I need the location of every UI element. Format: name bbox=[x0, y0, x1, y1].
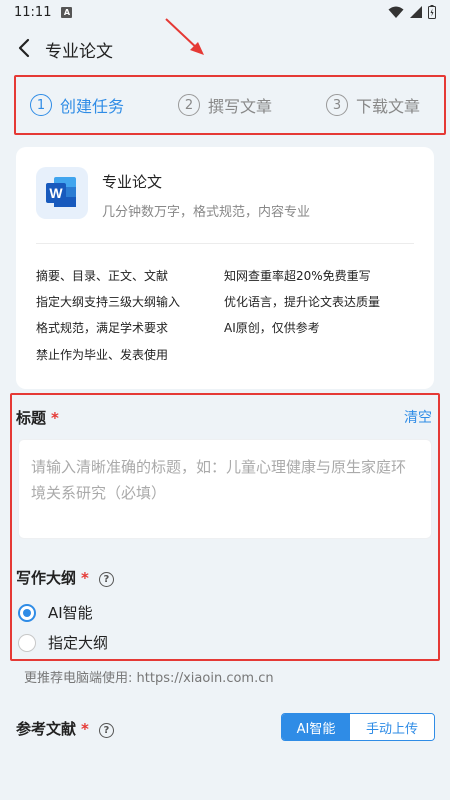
battery-icon bbox=[428, 5, 436, 19]
page-title: 专业论文 bbox=[45, 42, 113, 62]
notification-icon: A bbox=[61, 6, 73, 18]
required-mark: * bbox=[81, 569, 89, 587]
required-mark: * bbox=[51, 409, 59, 427]
status-time: 11:11 bbox=[14, 4, 52, 20]
feature-item: 知网查重率超20%免费重写 bbox=[224, 269, 371, 283]
wifi-icon bbox=[388, 6, 404, 18]
card-title: 专业论文 bbox=[102, 173, 163, 191]
help-icon[interactable]: ? bbox=[98, 572, 114, 587]
paper-info-card: W 专业论文 几分钟数万字，格式规范，内容专业 摘要、目录、正文、文献 知网查重… bbox=[16, 147, 434, 389]
radio-unselected-icon[interactable] bbox=[18, 633, 36, 652]
card-subtitle: 几分钟数万字，格式规范，内容专业 bbox=[102, 205, 311, 220]
references-upload-button[interactable]: 手动上传 bbox=[350, 714, 434, 740]
status-bar: 11:11 A bbox=[0, 0, 450, 24]
step-number: 3 bbox=[326, 94, 348, 116]
app-header: 专业论文 bbox=[0, 28, 450, 68]
feature-item: 指定大纲支持三级大纲输入 bbox=[36, 295, 181, 309]
references-segmented-control: AI智能 手动上传 bbox=[281, 713, 435, 741]
radio-label: AI智能 bbox=[48, 604, 93, 622]
step-download-article[interactable]: 3 下载文章 bbox=[326, 93, 420, 117]
step-label: 创建任务 bbox=[60, 97, 125, 116]
step-number: 1 bbox=[30, 94, 52, 116]
desktop-hint: 更推荐电脑端使用: https://xiaoin.com.cn bbox=[24, 671, 274, 686]
signal-icon bbox=[410, 6, 422, 18]
radio-label: 指定大纲 bbox=[48, 634, 109, 652]
feature-item: 摘要、目录、正文、文献 bbox=[36, 269, 169, 283]
help-icon[interactable]: ? bbox=[98, 723, 114, 738]
divider bbox=[36, 243, 414, 244]
outline-label: 写作大纲 *? bbox=[16, 567, 114, 588]
step-number: 2 bbox=[178, 94, 200, 116]
back-arrow-icon[interactable] bbox=[14, 36, 36, 60]
step-label: 下载文章 bbox=[356, 97, 421, 116]
feature-item: AI原创，仅供参考 bbox=[224, 321, 320, 335]
references-label-text: 参考文献 bbox=[16, 720, 77, 738]
step-label: 撰写文章 bbox=[208, 97, 273, 116]
outline-label-text: 写作大纲 bbox=[16, 569, 77, 587]
step-write-article[interactable]: 2 撰写文章 bbox=[178, 93, 272, 117]
title-label-text: 标题 bbox=[16, 409, 47, 427]
steps-indicator: 1 创建任务 2 撰写文章 3 下载文章 bbox=[14, 75, 446, 135]
step-create-task[interactable]: 1 创建任务 bbox=[30, 93, 124, 117]
word-document-icon: W bbox=[36, 167, 88, 219]
feature-item: 禁止作为毕业、发表使用 bbox=[36, 348, 169, 362]
references-label: 参考文献 *? bbox=[16, 718, 114, 739]
radio-selected-icon[interactable] bbox=[18, 603, 36, 622]
required-mark: * bbox=[81, 720, 89, 738]
feature-item: 优化语言，提升论文表达质量 bbox=[224, 295, 381, 309]
clear-button[interactable]: 清空 bbox=[404, 407, 432, 427]
word-letter: W bbox=[49, 185, 63, 201]
title-label: 标题 * bbox=[16, 407, 59, 428]
feature-item: 格式规范，满足学术要求 bbox=[36, 321, 169, 335]
title-input[interactable] bbox=[18, 439, 432, 539]
paper-form: 标题* 清空 写作大纲*? AI智能 指定大纲 bbox=[10, 393, 440, 661]
references-ai-button[interactable]: AI智能 bbox=[282, 714, 350, 740]
outline-option-ai[interactable]: AI智能 bbox=[18, 602, 93, 623]
annotation-arrow-icon bbox=[165, 18, 204, 55]
outline-option-custom[interactable]: 指定大纲 bbox=[18, 632, 108, 653]
status-icons bbox=[388, 5, 436, 19]
